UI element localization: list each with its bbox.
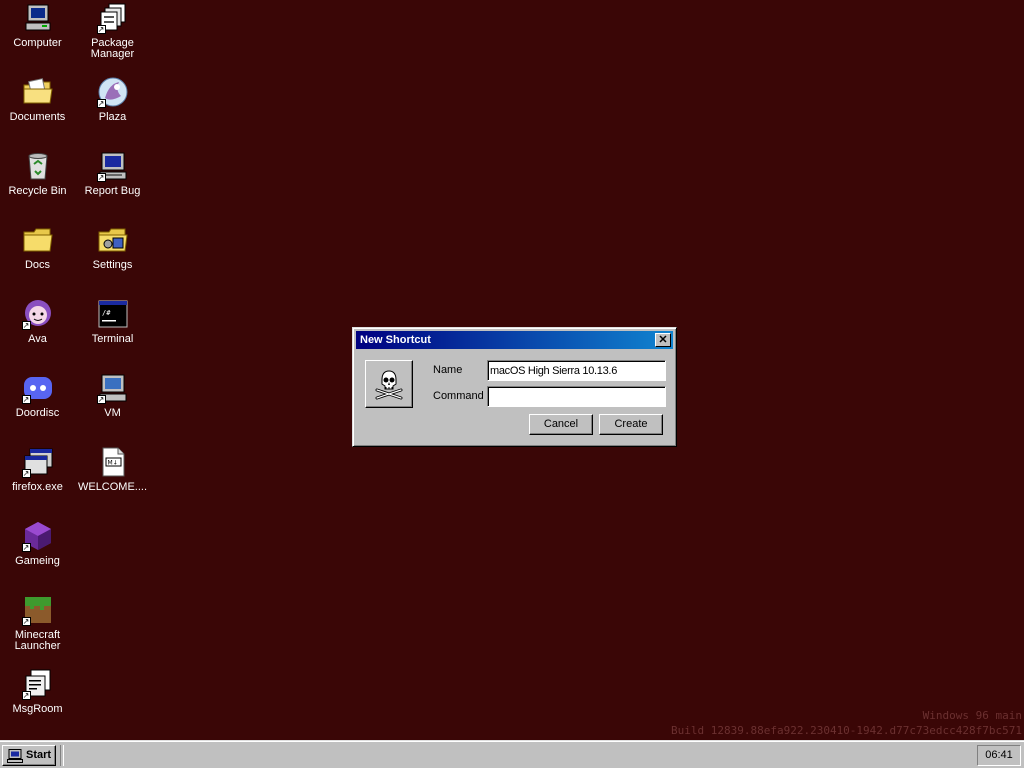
desktop-icon-label: Settings xyxy=(92,259,133,271)
watermark-build: Build 12839.88efa922.230410-1942.d77c73e… xyxy=(671,724,1022,737)
desktop-icon-label: Doordisc xyxy=(15,407,60,419)
shortcut-arrow-icon: ↗ xyxy=(96,99,106,108)
command-label: Command xyxy=(433,390,484,402)
desktop-icon-label: Report Bug xyxy=(84,185,141,197)
desktop-icon-label: MsgRoom xyxy=(12,703,63,715)
desktop-icon-settings[interactable]: Settings xyxy=(75,224,150,271)
skull-crossbones-icon xyxy=(375,370,403,400)
shortcut-arrow-icon: ↗ xyxy=(96,25,106,34)
vm-icon: ↗ xyxy=(96,372,129,404)
computer-icon xyxy=(22,2,54,34)
new-shortcut-dialog: New Shortcut ✕ Name Command Cancel Creat… xyxy=(352,327,677,447)
desktop-icon-recycle-bin[interactable]: Recycle Bin xyxy=(0,150,75,197)
desktop-icon-label: Recycle Bin xyxy=(8,185,67,197)
command-field[interactable] xyxy=(487,386,666,407)
dialog-title: New Shortcut xyxy=(360,334,431,346)
plaza-icon: ↗ xyxy=(96,76,129,108)
markdown-file-icon: M↓ xyxy=(97,446,129,478)
shortcut-arrow-icon: ↗ xyxy=(96,395,106,404)
start-label: Start xyxy=(26,749,52,761)
report-bug-icon: ↗ xyxy=(96,150,129,182)
recycle-bin-icon xyxy=(22,150,54,182)
name-field[interactable] xyxy=(487,360,666,381)
desktop-icon-msgroom[interactable]: ↗ MsgRoom xyxy=(0,668,75,715)
package-manager-icon: ↗ xyxy=(96,2,129,34)
grass-block-icon: ↗ xyxy=(21,594,54,626)
desktop-icon-docs[interactable]: Docs xyxy=(0,224,75,271)
documents-folder-icon xyxy=(22,76,54,108)
desktop-icon-ava[interactable]: ↗ Ava xyxy=(0,298,75,345)
shortcut-arrow-icon: ↗ xyxy=(21,469,31,478)
close-button[interactable]: ✕ xyxy=(655,333,671,347)
desktop-icon-label: Gameing xyxy=(15,555,60,567)
terminal-icon: /# xyxy=(97,298,129,330)
ava-icon: ↗ xyxy=(21,298,54,330)
dialog-titlebar[interactable]: New Shortcut ✕ xyxy=(356,331,673,349)
desktop-icon-package-manager[interactable]: ↗ Package Manager xyxy=(75,2,150,60)
shortcut-icon-button[interactable] xyxy=(365,360,413,408)
start-computer-icon xyxy=(7,749,23,763)
create-button[interactable]: Create xyxy=(599,414,663,435)
cube-icon: ↗ xyxy=(21,520,54,552)
svg-text:M↓: M↓ xyxy=(107,460,117,467)
shortcut-arrow-icon: ↗ xyxy=(21,395,31,404)
taskbar-separator xyxy=(60,745,64,766)
window-app-icon: ↗ xyxy=(21,446,54,478)
msgroom-icon: ↗ xyxy=(21,668,54,700)
settings-folder-icon xyxy=(97,224,129,256)
shortcut-arrow-icon: ↗ xyxy=(96,173,106,182)
taskbar: Start 06:41 xyxy=(0,740,1024,768)
desktop-icon-label: Package Manager xyxy=(90,37,135,60)
shortcut-arrow-icon: ↗ xyxy=(21,691,31,700)
desktop-icon-vm[interactable]: ↗ VM xyxy=(75,372,150,419)
desktop-icon-documents[interactable]: Documents xyxy=(0,76,75,123)
desktop-icon-label: Computer xyxy=(13,37,62,49)
cancel-button[interactable]: Cancel xyxy=(529,414,593,435)
desktop-icon-label: Documents xyxy=(9,111,66,123)
desktop-icon-terminal[interactable]: /# Terminal xyxy=(75,298,150,345)
close-icon: ✕ xyxy=(658,334,668,346)
folder-icon xyxy=(22,224,54,256)
desktop-icon-minecraft-launcher[interactable]: ↗ Minecraft Launcher xyxy=(0,594,75,652)
desktop-icon-welcome[interactable]: M↓ WELCOME.... xyxy=(75,446,150,493)
name-label: Name xyxy=(433,364,463,376)
desktop-icon-gameing[interactable]: ↗ Gameing xyxy=(0,520,75,567)
desktop-icon-label: Docs xyxy=(24,259,51,271)
build-watermark: Windows 96 main Build 12839.88efa922.230… xyxy=(671,708,1022,738)
system-tray-clock[interactable]: 06:41 xyxy=(977,745,1021,766)
doordisc-icon: ↗ xyxy=(21,372,54,404)
desktop-icon-computer[interactable]: Computer xyxy=(0,2,75,49)
start-button[interactable]: Start xyxy=(2,745,56,766)
desktop-icon-label: Terminal xyxy=(91,333,134,345)
desktop-icon-label: Plaza xyxy=(98,111,127,123)
desktop-icon-plaza[interactable]: ↗ Plaza xyxy=(75,76,150,123)
desktop-icon-firefox[interactable]: ↗ firefox.exe xyxy=(0,446,75,493)
shortcut-arrow-icon: ↗ xyxy=(21,617,31,626)
desktop-icon-label: firefox.exe xyxy=(12,481,63,493)
desktop-icon-label: Minecraft Launcher xyxy=(14,629,61,652)
desktop-icon-doordisc[interactable]: ↗ Doordisc xyxy=(0,372,75,419)
shortcut-arrow-icon: ↗ xyxy=(21,543,31,552)
shortcut-arrow-icon: ↗ xyxy=(21,321,31,330)
desktop-icon-label: Ava xyxy=(28,333,47,345)
desktop-icon-label: WELCOME.... xyxy=(77,481,148,493)
svg-text:/#: /# xyxy=(102,309,111,317)
watermark-edition: Windows 96 main xyxy=(922,709,1022,722)
desktop-icon-report-bug[interactable]: ↗ Report Bug xyxy=(75,150,150,197)
desktop-icon-label: VM xyxy=(104,407,121,419)
